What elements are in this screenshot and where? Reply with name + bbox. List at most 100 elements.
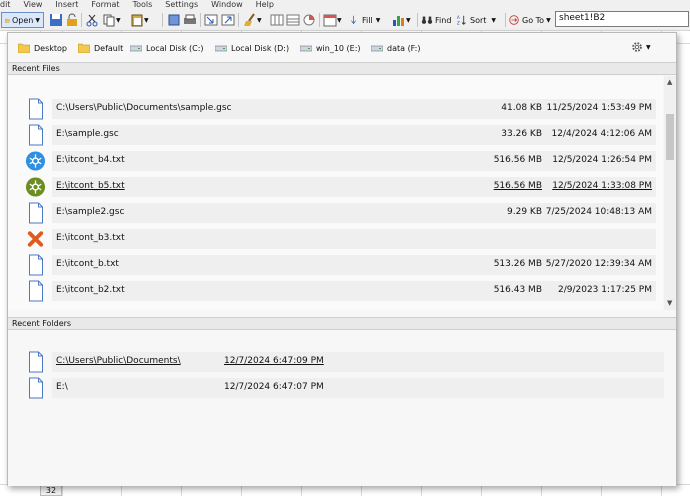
cut-button[interactable] — [85, 12, 99, 28]
folder-icon — [18, 43, 30, 53]
open-folder-icon — [5, 18, 10, 22]
missing-file-icon — [27, 231, 44, 247]
toolbar-separator — [81, 13, 82, 27]
blue-molecule-icon — [25, 151, 46, 171]
place-drive-e[interactable]: win_10 (E:) — [300, 42, 361, 54]
save-button[interactable] — [49, 12, 63, 28]
gear-icon — [632, 42, 642, 52]
save-icon — [50, 14, 62, 26]
columns-button[interactable] — [270, 12, 284, 28]
sort-button[interactable]: AZ Sort ▼ — [456, 12, 496, 28]
fill-button-label: Fill — [362, 15, 373, 25]
open-button-label: Open — [12, 15, 34, 25]
chart-pie-button[interactable] — [302, 12, 316, 28]
folder-date: 12/7/2024 6:47:07 PM — [224, 382, 324, 392]
menu-settings[interactable]: Settings — [165, 0, 198, 9]
list-item[interactable]: E:\sample2.gsc 9.29 KB 7/25/2024 10:48:1… — [24, 202, 656, 224]
recent-folders-header: Recent Folders — [8, 317, 676, 330]
recent-folders-list[interactable]: C:\Users\Public\Documents\ 12/7/2024 6:4… — [8, 331, 676, 486]
menu-format[interactable]: Format — [91, 0, 119, 9]
copy-button[interactable]: ▼ — [102, 12, 121, 28]
toolbar-separator — [319, 13, 320, 27]
file-date: 12/5/2024 1:33:08 PM — [552, 181, 652, 191]
import-button[interactable] — [204, 12, 218, 28]
recent-files-list[interactable]: C:\Users\Public\Documents\sample.gsc 41.… — [8, 76, 663, 310]
unlock-button[interactable] — [65, 12, 79, 28]
document-icon — [29, 98, 43, 120]
list-item[interactable]: E:\itcont_b5.txt 516.56 MB 12/5/2024 1:3… — [24, 176, 656, 198]
scroll-down-icon[interactable]: ▼ — [667, 300, 673, 307]
list-item[interactable]: C:\Users\Public\Documents\ 12/7/2024 6:4… — [24, 351, 664, 373]
folder-icon — [78, 43, 90, 53]
folder-path: E:\ — [56, 382, 68, 392]
recent-files-scrollbar[interactable]: ▲ ▼ — [664, 76, 676, 310]
chevron-down-icon: ▼ — [257, 16, 262, 24]
chevron-down-icon: ▼ — [35, 16, 40, 24]
list-item[interactable]: E:\itcont_b4.txt 516.56 MB 12/5/2024 1:2… — [24, 150, 656, 172]
menu-help[interactable]: Help — [256, 0, 274, 9]
recent-files-dialog: Desktop Default Local Disk (C:) Local Di… — [7, 32, 677, 486]
document-icon — [29, 377, 43, 399]
row-header[interactable]: 32 — [40, 485, 62, 496]
place-default[interactable]: Default — [78, 42, 123, 54]
menu-tools[interactable]: Tools — [133, 0, 153, 9]
file-size: 33.26 KB — [501, 129, 542, 139]
document-icon — [29, 124, 43, 146]
file-date: 7/25/2024 10:48:13 AM — [545, 207, 652, 217]
scroll-up-icon[interactable]: ▲ — [667, 79, 673, 86]
settings-menu-button[interactable]: ▼ — [631, 40, 655, 54]
calendar-icon — [323, 14, 337, 27]
export-button[interactable] — [221, 12, 235, 28]
file-date: 12/5/2024 1:26:54 PM — [552, 155, 652, 165]
printer-icon — [184, 14, 196, 24]
place-desktop[interactable]: Desktop — [18, 42, 67, 54]
file-name: E:\itcont_b3.txt — [56, 233, 125, 243]
open-button[interactable]: Open ▼ — [1, 12, 44, 28]
svg-text:Z: Z — [457, 20, 460, 26]
bar-chart-icon — [393, 16, 404, 26]
menu-window[interactable]: Window — [211, 0, 243, 9]
scrollbar-thumb[interactable] — [666, 114, 674, 160]
print-preview-button[interactable] — [167, 12, 181, 28]
file-name: E:\itcont_b5.txt — [56, 181, 125, 191]
rows-button[interactable] — [286, 12, 300, 28]
menu-view[interactable]: View — [23, 0, 42, 9]
export-icon — [221, 14, 235, 26]
list-item[interactable]: E:\itcont_b.txt 513.26 MB 5/27/2020 12:3… — [24, 254, 656, 276]
unlock-icon — [67, 13, 77, 26]
chevron-down-icon: ▼ — [646, 43, 651, 51]
find-button[interactable]: Find — [421, 12, 451, 28]
cell-reference-box[interactable]: sheet1!B2 — [555, 11, 689, 27]
menu-edit[interactable]: dit — [0, 0, 10, 9]
file-size: 9.29 KB — [507, 207, 542, 217]
calendar-button[interactable]: ▼ — [323, 12, 342, 28]
list-item[interactable]: E:\itcont_b2.txt 516.43 MB 2/9/2023 1:17… — [24, 280, 656, 302]
list-item[interactable]: E:\sample.gsc 33.26 KB 12/4/2024 4:12:06… — [24, 124, 656, 146]
svg-text:A: A — [457, 15, 460, 21]
drive-icon — [371, 45, 383, 52]
columns-icon — [270, 14, 284, 26]
green-molecule-icon — [25, 177, 46, 197]
chart-button[interactable]: ▼ — [392, 12, 411, 28]
list-item[interactable]: E:\itcont_b3.txt — [24, 228, 656, 250]
chevron-down-icon: ▼ — [491, 16, 497, 24]
goto-button[interactable]: Go To ▼ — [508, 12, 551, 28]
file-name: E:\itcont_b2.txt — [56, 285, 125, 295]
document-icon — [29, 351, 43, 373]
menu-insert[interactable]: Insert — [55, 0, 78, 9]
paste-button[interactable]: ▼ — [130, 12, 149, 28]
list-item[interactable]: C:\Users\Public\Documents\sample.gsc 41.… — [24, 98, 656, 120]
file-name: C:\Users\Public\Documents\sample.gsc — [56, 103, 232, 113]
place-drive-f[interactable]: data (F:) — [371, 42, 420, 54]
print-button[interactable] — [183, 12, 197, 28]
sort-icon: AZ — [457, 15, 466, 26]
fill-button[interactable]: Fill ▼ — [350, 12, 380, 28]
clear-button[interactable]: ▼ — [243, 12, 262, 28]
toolbar: Open ▼ ▼ ▼ ▼ ▼ Fill ▼ ▼ Find A Z Sort ▼ … — [0, 9, 690, 31]
document-icon — [29, 202, 43, 224]
list-item[interactable]: E:\ 12/7/2024 6:47:07 PM — [24, 377, 664, 399]
place-drive-c[interactable]: Local Disk (C:) — [130, 42, 204, 54]
place-drive-d[interactable]: Local Disk (D:) — [215, 42, 289, 54]
file-date: 12/4/2024 4:12:06 AM — [551, 129, 653, 139]
place-label: Local Disk (D:) — [231, 43, 290, 53]
